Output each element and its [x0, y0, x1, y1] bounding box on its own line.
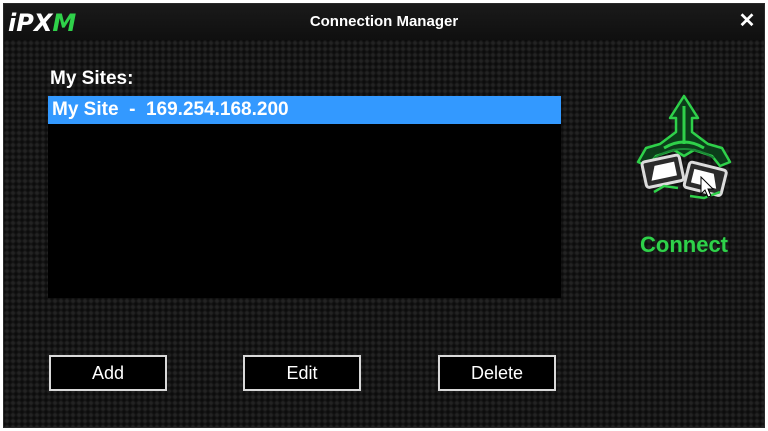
- network-connect-icon: [636, 94, 732, 200]
- my-sites-label: My Sites:: [50, 68, 134, 89]
- add-button[interactable]: Add: [49, 355, 167, 391]
- close-icon[interactable]: ✕: [736, 10, 758, 32]
- connect-button[interactable]: Connect: [624, 92, 754, 262]
- window-title: Connection Manager: [309, 13, 459, 30]
- site-list[interactable]: My Site - 169.254.168.200: [48, 96, 561, 298]
- title-bar: iPXM Connection Manager ✕: [4, 4, 764, 40]
- edit-button[interactable]: Edit: [243, 355, 361, 391]
- mouse-pointer-icon: [700, 176, 715, 198]
- delete-button[interactable]: Delete: [438, 355, 556, 391]
- connection-manager-window: iPXM Connection Manager ✕ My Sites: My S…: [3, 3, 765, 428]
- connect-label: Connect: [640, 232, 728, 257]
- site-list-item[interactable]: My Site - 169.254.168.200: [48, 96, 561, 124]
